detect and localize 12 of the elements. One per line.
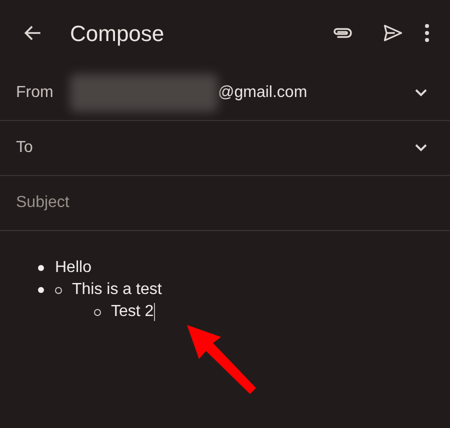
list-item-text: This is a test bbox=[72, 280, 162, 300]
subject-field[interactable]: Subject bbox=[16, 191, 434, 215]
bullet-icon bbox=[38, 287, 44, 293]
bullet-icon bbox=[38, 265, 44, 271]
hollow-bullet-icon bbox=[94, 308, 101, 316]
email-address: @gmail.com bbox=[218, 83, 308, 103]
list-item-text: Test 2 bbox=[111, 302, 154, 322]
hollow-bullet-icon bbox=[55, 286, 62, 294]
field-label: From bbox=[16, 83, 54, 103]
list-item-text: Hello bbox=[55, 258, 92, 278]
field-label: To bbox=[16, 138, 34, 158]
window-title: Compose bbox=[70, 20, 164, 48]
